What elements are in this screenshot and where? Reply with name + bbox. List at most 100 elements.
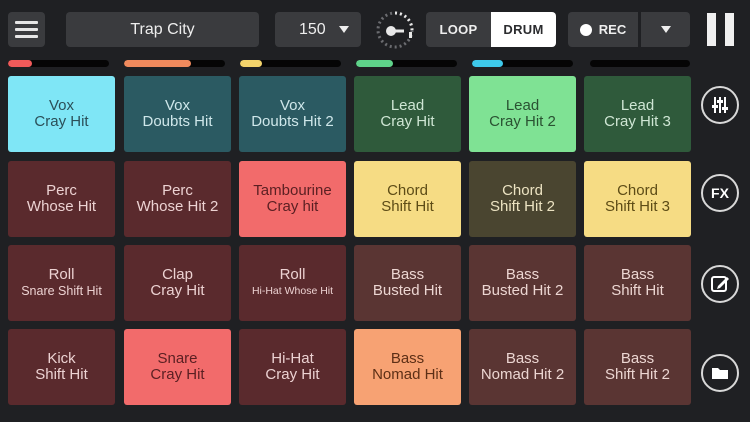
drum-pad[interactable]: Kick Shift Hit [8,329,115,405]
drum-pad[interactable]: Roll Hi-Hat Whose Hit [239,245,346,321]
hamburger-menu-icon [15,21,38,24]
level-meter [356,60,457,67]
tempo-knob-icon[interactable] [374,10,416,50]
drum-pad[interactable]: Chord Shift Hit [354,161,461,237]
pad-label-line1: Chord [502,182,543,199]
level-meter-fill [8,60,33,67]
pad-label-line1: Bass [505,266,540,283]
pad-label-line2: Doubts Hit 2 [251,113,334,130]
drum-pad[interactable]: Snare Cray Hit [124,329,231,405]
pad-label-line1: Kick [47,350,76,367]
drum-pad[interactable]: Hi-Hat Cray Hit [239,329,346,405]
pad-label-line2: Nomad Hit 2 [480,366,565,383]
edit-pencil-icon [711,276,729,292]
pad-label-line1: Bass [390,266,425,283]
level-meter [472,60,573,67]
pad-label-line1: Lead [620,97,655,114]
pad-label-line2: Shift Hit [381,198,434,215]
pad-label-line2: Hi-Hat Whose Hit [251,285,334,297]
pad-label-line2: Cray Hit [265,366,320,383]
fx-button[interactable]: FX [701,174,739,212]
kit-title: Trap City [130,20,195,38]
pad-label-line2: Whose Hit 2 [136,198,219,215]
drum-pad[interactable]: Lead Cray Hit 3 [584,76,691,152]
pad-label-line1: Perc [46,182,77,199]
pad-label-line1: Roll [48,266,75,283]
drum-pad[interactable]: Lead Cray Hit [354,76,461,152]
pad-label-line1: Clap [162,266,193,283]
pad-label-line1: Hi-Hat [271,350,314,367]
level-meter [124,60,225,67]
pad-label-line1: Vox [164,97,191,114]
bpm-dropdown[interactable]: 150 [275,12,361,47]
pad-label-line1: Vox [48,97,75,114]
pad-label-line2: Whose Hit [26,198,97,215]
drum-pad[interactable]: Chord Shift Hit 3 [584,161,691,237]
chevron-down-icon [661,26,671,33]
drum-pad[interactable]: Lead Cray Hit 2 [469,76,576,152]
folder-icon [712,368,728,379]
pause-button[interactable] [707,13,735,46]
pad-label-line1: Perc [162,182,193,199]
drum-pad[interactable]: Bass Nomad Hit [354,329,461,405]
sliders-icon [712,97,728,113]
pad-label-line1: Roll [279,266,306,283]
chevron-down-icon [339,26,349,33]
pad-label-line2: Cray Hit [150,366,205,383]
pad-label-line2: Cray Hit [150,282,205,299]
drum-pad[interactable]: Vox Cray Hit [8,76,115,152]
pad-label-line1: Lead [390,97,425,114]
pad-label-line2: Busted Hit [372,282,443,299]
pad-label-line1: Bass [620,350,655,367]
drum-pad[interactable]: Bass Shift Hit [584,245,691,321]
level-meter-fill [124,60,191,67]
pad-label-line2: Busted Hit 2 [481,282,564,299]
pad-label-line1: Lead [505,97,540,114]
menu-button[interactable] [8,12,45,47]
pad-label-line1: Tambourine [253,182,332,199]
drum-pad[interactable]: Bass Busted Hit 2 [469,245,576,321]
drum-pad[interactable]: Bass Busted Hit [354,245,461,321]
pad-label-line1: Snare [157,350,198,367]
level-meter [240,60,341,67]
pad-label-line2: Cray Hit 2 [489,113,556,130]
level-meter-fill [472,60,504,67]
drum-pad[interactable]: Vox Doubts Hit 2 [239,76,346,152]
record-options-dropdown[interactable] [641,12,690,47]
pad-label-line2: Shift Hit [611,282,664,299]
level-meter-fill [356,60,394,67]
mixer-button[interactable] [701,86,739,124]
drum-pad[interactable]: Perc Whose Hit 2 [124,161,231,237]
drum-pad[interactable]: Bass Shift Hit 2 [584,329,691,405]
drum-pad[interactable]: Chord Shift Hit 2 [469,161,576,237]
drum-pad[interactable]: Tambourine Cray hit [239,161,346,237]
pad-label-line2: Shift Hit [35,366,88,383]
level-meter [590,60,690,67]
pad-label-line2: Snare Shift Hit [21,284,102,298]
folder-button[interactable] [701,354,739,392]
pad-label-line1: Bass [390,350,425,367]
pad-label-line2: Shift Hit 2 [489,198,556,215]
pad-label-line2: Cray Hit 3 [604,113,671,130]
drum-mode-button[interactable]: DRUM [491,12,556,47]
record-label: REC [598,22,627,37]
bpm-value: 150 [299,21,326,38]
drum-pad[interactable]: Vox Doubts Hit [124,76,231,152]
drum-pad[interactable]: Clap Cray Hit [124,245,231,321]
record-dot-icon [579,23,592,36]
pad-label-line2: Nomad Hit [372,366,443,383]
edit-button[interactable] [701,265,739,303]
drum-pad[interactable]: Bass Nomad Hit 2 [469,329,576,405]
pad-label-line1: Vox [279,97,306,114]
drum-pad[interactable]: Roll Snare Shift Hit [8,245,115,321]
loop-mode-button[interactable]: LOOP [426,12,491,47]
record-button[interactable]: REC [568,12,638,47]
level-meter [8,60,109,67]
pad-label-line1: Chord [617,182,658,199]
kit-title-button[interactable]: Trap City [66,12,259,47]
pad-label-line2: Shift Hit 2 [604,366,671,383]
pad-label-line2: Cray Hit [380,113,435,130]
pause-icon [707,13,716,46]
pad-label-line1: Bass [505,350,540,367]
drum-pad[interactable]: Perc Whose Hit [8,161,115,237]
